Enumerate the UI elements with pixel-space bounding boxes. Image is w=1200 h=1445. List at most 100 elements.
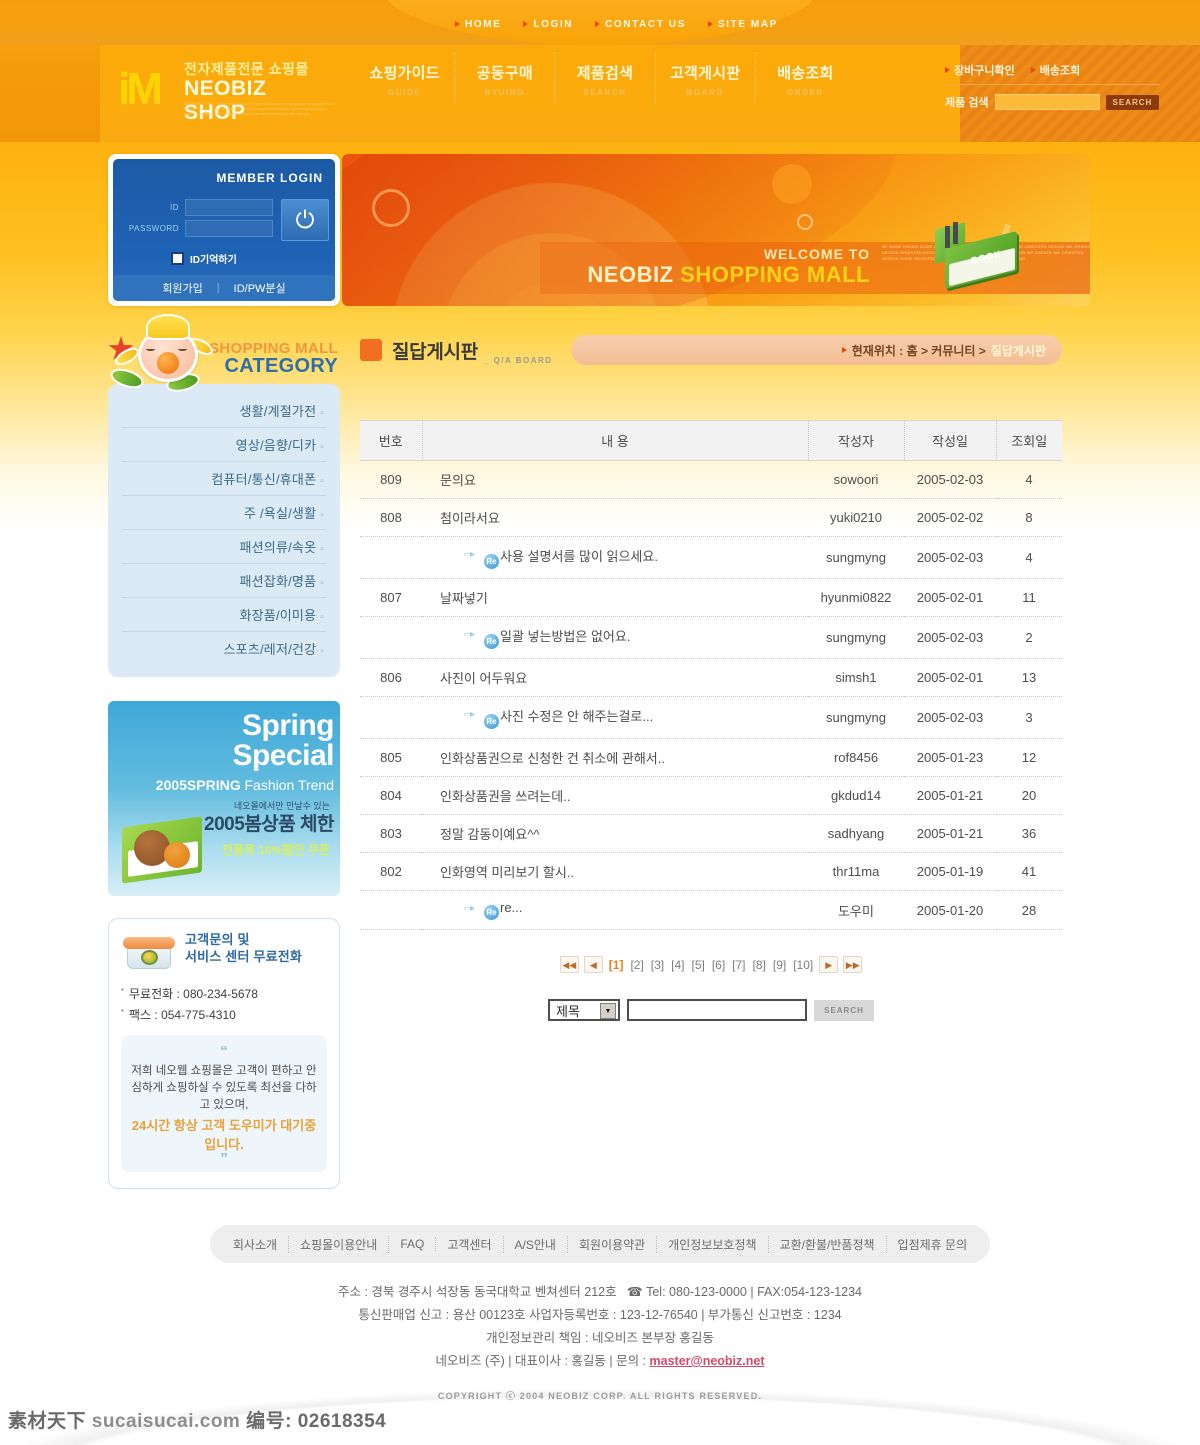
pagination-page-10[interactable]: [10] xyxy=(792,958,814,972)
arrow-icon xyxy=(945,67,950,73)
category-item-2[interactable]: 컴퓨터/통신/휴대폰 ▫ xyxy=(122,462,326,496)
pagination-page-5[interactable]: [5] xyxy=(690,958,705,972)
login-pw-input[interactable] xyxy=(185,220,273,237)
main-nav-order[interactable]: 배송조회 ORDER xyxy=(756,52,855,104)
footer-copyright: COPYRIGHT ⓒ 2004 NEOBIZ CORP. ALL RIGHTS… xyxy=(437,1391,763,1401)
telephone-icon xyxy=(121,931,177,973)
footer-link-partnership[interactable]: 입점제휴 문의 xyxy=(887,1236,979,1253)
product-search-label: 제품 검색 xyxy=(945,97,989,109)
row-author: yuki0210 xyxy=(808,498,904,537)
category-item-7[interactable]: 스포츠/레저/건강 ▫ xyxy=(122,632,326,665)
footer-link-as[interactable]: A/S안내 xyxy=(504,1235,568,1253)
category-item-6[interactable]: 화장품/이미용 ▫ xyxy=(122,598,326,632)
pagination-first-button[interactable]: ◀◀ xyxy=(559,956,579,973)
category-item-1[interactable]: 영상/음향/디카 ▫ xyxy=(122,428,326,462)
login-pw-row: PASSWORD xyxy=(123,220,273,237)
product-search-input[interactable] xyxy=(994,94,1100,110)
row-author: 도우미 xyxy=(808,890,904,930)
main-nav-guide[interactable]: 쇼핑가이드 GUIDE xyxy=(355,52,456,104)
row-subject[interactable]: 정말 감동이예요^^ xyxy=(422,814,808,853)
product-search-button[interactable]: SEARCH xyxy=(1105,94,1160,110)
pagination-page-1[interactable]: [1] xyxy=(608,958,625,972)
footer-link-company[interactable]: 회사소개 xyxy=(222,1235,290,1253)
footer-link-faq[interactable]: FAQ xyxy=(389,1237,437,1251)
table-row[interactable]: 802 인화영역 미리보기 할시.. thr11ma 2005-01-19 41 xyxy=(360,852,1062,891)
top-nav-contact[interactable]: CONTACT US xyxy=(595,19,686,30)
board-section: 번호 내 용 작성자 작성일 조회일 809 문의요 sowoori 2005-… xyxy=(360,420,1062,1021)
category-item-3[interactable]: 주 /욕실/생활 ▫ xyxy=(122,496,326,530)
table-row[interactable]: 809 문의요 sowoori 2005-02-03 4 xyxy=(360,460,1062,499)
arrow-icon xyxy=(707,21,713,27)
pagination-page-8[interactable]: [8] xyxy=(752,958,767,972)
table-row[interactable]: 803 정말 감동이예요^^ sadhyang 2005-01-21 36 xyxy=(360,814,1062,853)
row-subject[interactable]: ⌐▸ Re re... xyxy=(422,890,808,930)
teddy-book-illustration-icon xyxy=(116,812,212,886)
main-nav-buying[interactable]: 공동구매 BYUING xyxy=(455,52,556,104)
pagination-page-3[interactable]: [3] xyxy=(650,958,665,972)
row-subject[interactable]: 인화영역 미리보기 할시.. xyxy=(422,852,808,891)
row-subject[interactable]: 날짜넣기 xyxy=(422,578,808,617)
table-row[interactable]: ⌐▸ Re 사진 수정은 안 해주는걸로... sungmyng 2005-02-0… xyxy=(360,696,1062,739)
row-subject[interactable]: ⌐▸ Re 사용 설명서를 많이 읽으세요. xyxy=(422,536,808,579)
pagination-page-7[interactable]: [7] xyxy=(731,958,746,972)
book-stick xyxy=(953,222,958,244)
main-banner[interactable]: WELCOME TO NEOBIZ SHOPPING MALL 3D GAME … xyxy=(342,154,1090,306)
pagination-prev-button[interactable]: ◀ xyxy=(583,956,603,973)
chevron-down-icon[interactable]: ▼ xyxy=(600,1003,616,1019)
table-row[interactable]: 808 첨이라서요 yuki0210 2005-02-02 8 xyxy=(360,498,1062,537)
footer-link-privacy[interactable]: 개인정보보호정책 xyxy=(657,1235,769,1253)
row-subject[interactable]: ⌐▸ Re 사진 수정은 안 해주는걸로... xyxy=(422,696,808,739)
table-row[interactable]: 805 인화상품권으로 신청한 건 취소에 관해서.. rof8456 2005… xyxy=(360,738,1062,777)
row-subject[interactable]: 문의요 xyxy=(422,460,808,499)
row-views: 3 xyxy=(996,696,1062,739)
table-row[interactable]: ⌐▸ Re re... 도우미 2005-01-20 28 xyxy=(360,890,1062,930)
table-row[interactable]: 806 사진이 어두워요 simsh1 2005-02-01 13 xyxy=(360,658,1062,697)
top-nav: HOME LOGIN CONTACT US SITE MAP xyxy=(455,14,785,34)
board-search-button[interactable]: SEARCH xyxy=(814,999,874,1021)
row-subject[interactable]: 사진이 어두워요 xyxy=(422,658,808,697)
board-search-select[interactable]: 제목 ▼ xyxy=(548,999,620,1021)
main-nav-search[interactable]: 제품검색 SEARCH xyxy=(555,52,656,104)
row-subject[interactable]: 첨이라서요 xyxy=(422,498,808,537)
pagination-page-4[interactable]: [4] xyxy=(670,958,685,972)
join-link[interactable]: 회원가입 xyxy=(162,280,202,296)
row-subject[interactable]: 인화상품권을 쓰려는데.. xyxy=(422,776,808,815)
category-item-5[interactable]: 패션잡화/명품 ▫ xyxy=(122,564,326,598)
power-icon[interactable]: ⏻ xyxy=(281,199,329,241)
pagination-next-button[interactable]: ▶ xyxy=(819,956,839,973)
top-nav-login[interactable]: LOGIN xyxy=(523,19,573,30)
row-date: 2005-02-03 xyxy=(904,460,996,499)
board-search-input[interactable] xyxy=(627,999,807,1021)
top-nav-home[interactable]: HOME xyxy=(455,19,501,30)
spring-special-banner[interactable]: Spring Special 2005SPRING Fashion Trend … xyxy=(108,701,340,896)
main-nav-board[interactable]: 고객게시판 BOARD xyxy=(656,52,756,104)
pagination-page-2[interactable]: [2] xyxy=(629,958,644,972)
top-nav-sitemap[interactable]: SITE MAP xyxy=(707,19,778,30)
pagination-last-button[interactable]: ▶▶ xyxy=(843,956,863,973)
main-nav-order-en: ORDER xyxy=(786,88,824,97)
table-row[interactable]: 807 날짜넣기 hyunmi0822 2005-02-01 11 xyxy=(360,578,1062,617)
row-author: sungmyng xyxy=(808,696,904,739)
site-logo[interactable]: iM 전자제품전문 쇼핑몰 NEOBIZ SHOP NEOBIZBIZCOM -… xyxy=(118,57,333,127)
table-row[interactable]: ⌐▸ Re 사용 설명서를 많이 읽으세요. sungmyng 2005-02-03… xyxy=(360,536,1062,579)
sidebar: SHOPPING MALL CATEGORY 생활/계절가전 ▫ 영상/음향/디카… xyxy=(108,314,340,1189)
row-subject[interactable]: 인화상품권으로 신청한 건 취소에 관해서.. xyxy=(422,738,808,777)
table-row[interactable]: 804 인화상품권을 쓰려는데.. gkdud14 2005-01-21 20 xyxy=(360,776,1062,815)
footer-link-support[interactable]: 고객센터 xyxy=(436,1235,504,1253)
utility-delivery-link[interactable]: 배송조회 xyxy=(1030,62,1080,78)
table-row[interactable]: ⌐▸ Re 일괄 넣는방법은 없어요. sungmyng 2005-02-03 2 xyxy=(360,616,1062,659)
footer-link-refund[interactable]: 교환/환불/반품정책 xyxy=(769,1235,887,1253)
row-subject[interactable]: ⌐▸ Re 일괄 넣는방법은 없어요. xyxy=(422,616,808,659)
find-idpw-link[interactable]: ID/PW분실 xyxy=(234,280,286,296)
login-remember-row[interactable]: ID기억하기 xyxy=(171,251,237,266)
footer-link-terms[interactable]: 회원이용약관 xyxy=(568,1235,658,1253)
utility-cart-link[interactable]: 장바구니확인 xyxy=(945,62,1015,78)
pagination-page-9[interactable]: [9] xyxy=(772,958,787,972)
pagination-page-6[interactable]: [6] xyxy=(711,958,726,972)
category-item-4[interactable]: 패션의류/속옷 ▫ xyxy=(122,530,326,564)
remember-checkbox[interactable] xyxy=(171,252,184,265)
footer-link-guide[interactable]: 쇼핑몰이용안내 xyxy=(289,1235,390,1253)
footer-email-link[interactable]: master@neobiz.net xyxy=(650,1354,765,1368)
login-id-input[interactable] xyxy=(185,199,273,216)
row-author: sadhyang xyxy=(808,814,904,853)
